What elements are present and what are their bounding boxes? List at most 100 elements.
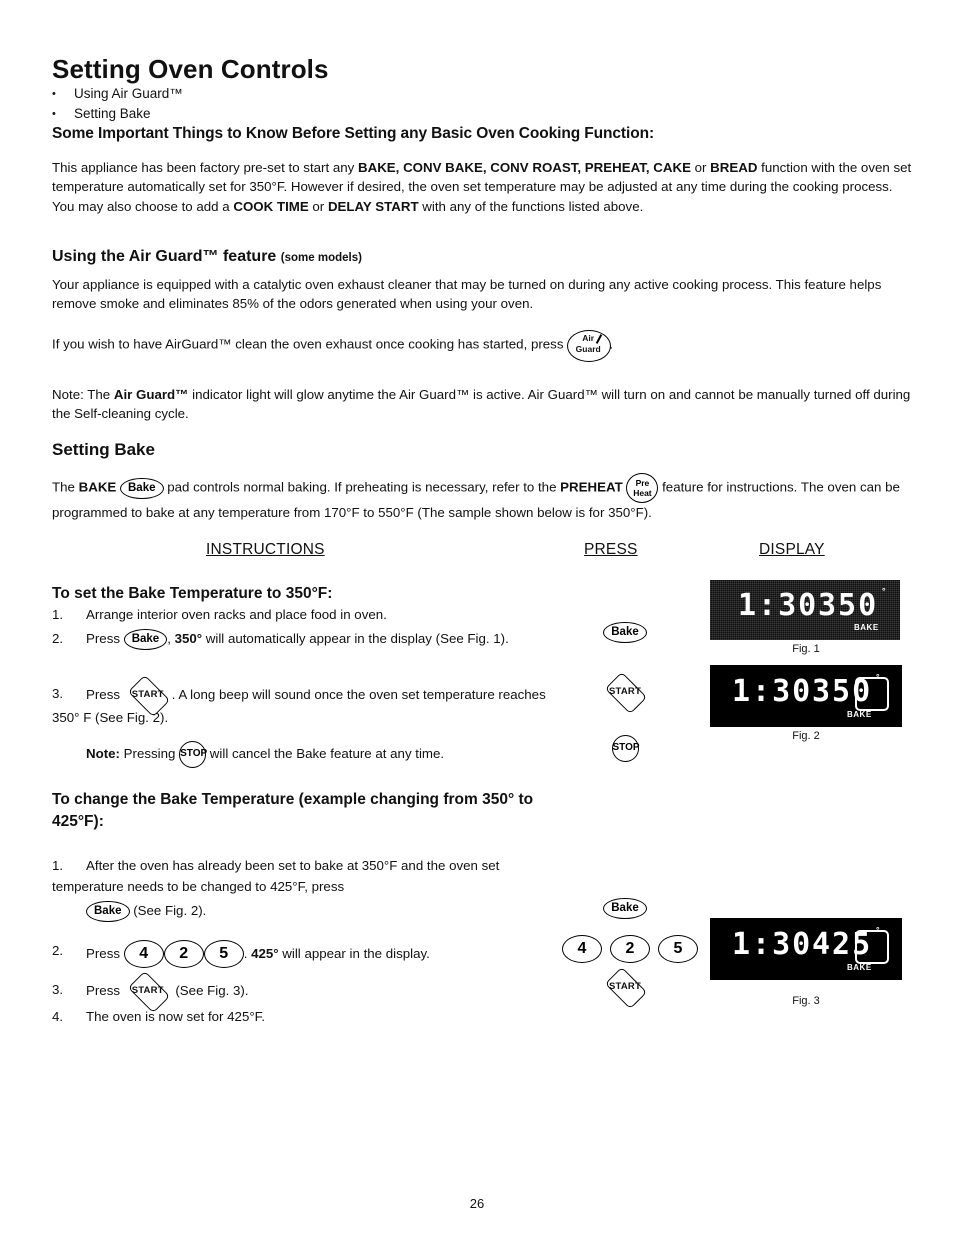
manual-page: Setting Oven Controls • Using Air Guard™…: [0, 0, 954, 1235]
step-item: 2. Press 425. 425° will appear in the di…: [52, 940, 552, 968]
digit-key-4-icon[interactable]: 4: [123, 940, 164, 968]
display-indicator-box: [855, 930, 889, 964]
start-key-label: START: [609, 686, 641, 697]
digit-key-5-icon[interactable]: 5: [203, 940, 244, 968]
press-column-digits: 4 2 5: [540, 935, 720, 963]
setting-bake-paragraph: The BAKE Bake pad controls normal baking…: [52, 473, 914, 522]
step-item: 1. After the oven has already been set t…: [52, 855, 522, 897]
step-text: Arrange interior oven racks and place fo…: [86, 607, 387, 622]
step-text-1: Press: [86, 631, 124, 646]
press-column-bake-1: Bake: [560, 622, 690, 643]
step-bold: 425°: [251, 945, 279, 961]
air-guard-paragraph: Your appliance is equipped with a cataly…: [52, 277, 882, 312]
air-guard-key-icon[interactable]: Air Guard: [567, 330, 612, 362]
air-guard-heading: Using the Air Guard™ feature (some model…: [52, 248, 362, 266]
topic-bullet-list: • Using Air Guard™ • Setting Bake: [52, 84, 552, 124]
bake-key-icon[interactable]: Bake: [603, 898, 647, 919]
press-column-start-1: START: [560, 671, 690, 715]
column-header-press: PRESS: [584, 541, 638, 558]
step-text-2: (See Fig. 2).: [133, 903, 207, 918]
step-note-text-2: will cancel the Bake feature at any time…: [206, 746, 445, 762]
start-key-label: START: [609, 981, 641, 992]
preheat-line2: Heat: [633, 488, 652, 498]
bake-bold-2: PREHEAT: [560, 479, 623, 495]
bake-bold-1: BAKE: [78, 479, 117, 495]
intro-bold-1: BAKE, CONV BAKE, CONV ROAST, PREHEAT, CA…: [358, 160, 691, 175]
list-item: • Setting Bake: [52, 104, 552, 124]
step-number: 2.: [52, 943, 64, 958]
step-text: The oven is now set for 425°F.: [86, 1009, 266, 1024]
air-guard-line1: Air: [582, 333, 595, 343]
intro-bold-3: COOK TIME: [233, 198, 309, 214]
step-number: 2.: [52, 631, 64, 646]
display-degree-symbol: °: [882, 586, 886, 596]
air-guard-key-label: Air Guard: [567, 333, 609, 354]
stop-key-icon[interactable]: STOP: [611, 735, 640, 762]
list-item: • Using Air Guard™: [52, 84, 552, 104]
display-temperature: 350: [818, 588, 879, 623]
press-column-stop: STOP: [560, 735, 690, 762]
step-text-3: will automatically appear in the display…: [202, 631, 509, 646]
step-number: 3.: [52, 982, 64, 997]
intro-bold-2: BREAD: [710, 160, 758, 175]
preheat-key-icon[interactable]: Pre Heat: [626, 473, 659, 503]
stop-key-icon[interactable]: STOP: [179, 741, 207, 768]
step-bold: 350°: [174, 631, 203, 646]
section-heading-change-425: To change the Bake Temperature (example …: [52, 791, 534, 830]
start-key-icon[interactable]: START: [124, 674, 172, 718]
start-key-icon[interactable]: START: [601, 966, 649, 1010]
intro-text-5: with any of the functions listed above.: [418, 198, 644, 214]
preheat-line1: Pre: [635, 478, 650, 488]
bake-text-2: pad controls normal baking. If preheatin…: [163, 479, 561, 495]
figure-caption: Fig. 3: [792, 995, 820, 1007]
step-text: After the oven has already been set to b…: [52, 858, 500, 894]
air-guard-heading-text: Using the Air Guard™ feature: [52, 248, 277, 265]
oven-display-panel-fig1: 1:30 350 ° BAKE: [710, 580, 900, 640]
press-column-bake-2: Bake: [560, 898, 690, 919]
note-bold: Air Guard™: [113, 387, 189, 402]
bake-key-icon[interactable]: Bake: [603, 622, 647, 643]
digit-key-2-icon[interactable]: 2: [610, 935, 650, 963]
figure-caption: Fig. 2: [792, 730, 820, 742]
important-heading: Some Important Things to Know Before Set…: [52, 125, 655, 142]
step-note-text-1: Pressing: [119, 746, 180, 762]
bullet-marker: •: [52, 88, 56, 100]
digit-key-5-icon[interactable]: 5: [658, 935, 698, 963]
display-mode-label: BAKE: [847, 710, 872, 719]
air-guard-note: Note: The Air Guard™ indicator light wil…: [52, 385, 914, 424]
press-column-start-2: START: [560, 966, 690, 1010]
digit-key-4-icon[interactable]: 4: [562, 935, 602, 963]
oven-display-panel-fig3: 1:30 425 ° BAKE: [710, 918, 902, 980]
start-key-label: START: [131, 689, 164, 700]
step-text: Press 425. 425° will appear in the displ…: [86, 940, 430, 968]
bake-key-icon[interactable]: Bake: [86, 900, 130, 922]
start-key-label: START: [131, 985, 164, 996]
step-text-1: Press: [86, 945, 124, 961]
display-time: 1:30: [732, 674, 813, 709]
note-text-1: Note: The: [52, 387, 114, 402]
intro-bold-4: DELAY START: [327, 198, 419, 214]
step-text-1: Press: [86, 686, 124, 702]
step-text-2: ,: [167, 631, 175, 646]
step-item: 3. Press START. A long beep will sound o…: [52, 674, 552, 728]
page-number: 26: [469, 1196, 485, 1211]
step-number: 4.: [52, 1009, 64, 1024]
display-time: 1:30: [738, 588, 819, 623]
start-key-icon[interactable]: START: [601, 671, 649, 715]
oven-display-panel-fig2: 1:30 350 ° BAKE: [710, 665, 902, 727]
air-guard-line2: Guard: [575, 343, 601, 354]
air-guard-press-paragraph: If you wish to have AirGuard™ clean the …: [52, 330, 752, 362]
step-note: Note: Pressing STOP will cancel the Bake…: [86, 741, 556, 768]
step-text: Press Bake, 350° will automatically appe…: [86, 628, 509, 650]
step-note-bold: Note:: [86, 746, 120, 762]
step-number: 1.: [52, 858, 64, 873]
display-indicator-box: [855, 677, 889, 711]
bake-key-icon[interactable]: Bake: [123, 628, 168, 650]
step-item: 1. Arrange interior oven racks and place…: [52, 604, 552, 625]
step-text-2: (See Fig. 3).: [171, 982, 249, 998]
start-key-icon[interactable]: START: [124, 970, 172, 1014]
step-text-1: Press: [86, 982, 124, 998]
bake-key-icon[interactable]: Bake: [120, 477, 164, 499]
page-title: Setting Oven Controls: [52, 54, 329, 84]
digit-key-2-icon[interactable]: 2: [163, 940, 204, 968]
